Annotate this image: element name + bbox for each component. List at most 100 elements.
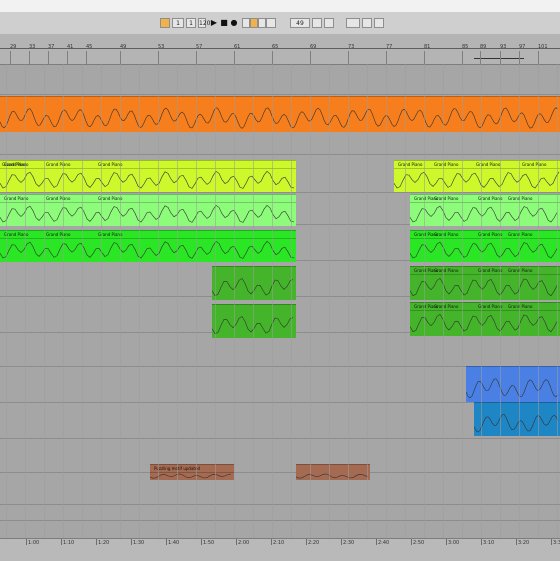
bar-number: 69 — [310, 44, 317, 50]
bar-number: 85 — [462, 44, 469, 50]
capture-button[interactable] — [266, 18, 276, 28]
arrangement-ruler[interactable]: 29 33 37 41 45 49 53 57 61 65 69 73 77 81 85 89 93 97 101 — [0, 34, 560, 65]
clip-header[interactable]: Puzzling motif updated — [150, 465, 234, 473]
time-label: 2:40 — [378, 540, 390, 546]
quantize-button[interactable] — [374, 18, 384, 28]
grid-line — [139, 64, 140, 538]
time-label: 2:10 — [273, 540, 285, 546]
clip-name: Grand Piano — [434, 268, 459, 273]
ruler-tick — [538, 51, 539, 64]
time-tick — [481, 539, 482, 545]
grid-line — [44, 64, 45, 538]
bar-number: 81 — [424, 44, 431, 50]
tap-tempo-button[interactable] — [160, 18, 170, 28]
bar-number: 93 — [500, 44, 507, 50]
note-trace — [474, 414, 559, 433]
overdub-button[interactable] — [242, 18, 250, 28]
bar-number: 97 — [519, 44, 526, 50]
midi-clip[interactable] — [212, 304, 296, 338]
time-tick — [551, 539, 552, 545]
grid-line — [310, 64, 311, 538]
play-icon[interactable]: ▶ — [209, 18, 219, 28]
clip-name: Grand Piano — [2, 162, 27, 167]
grid-line — [272, 64, 273, 538]
tempo-field[interactable]: 120 — [198, 18, 210, 28]
time-label: 1:30 — [133, 540, 145, 546]
time-tick — [271, 539, 272, 545]
clip-name: Grand Piano — [434, 196, 459, 201]
note-trace — [394, 171, 560, 189]
metronome-button[interactable] — [312, 18, 322, 28]
clip-name: Grand Piano — [98, 232, 123, 237]
ruler-tick — [348, 51, 349, 64]
midi-clip[interactable] — [296, 464, 370, 480]
record-icon[interactable]: ● — [229, 18, 239, 28]
time-label: 3:20 — [518, 540, 530, 546]
grid-line — [386, 64, 387, 538]
grid-line — [367, 64, 368, 538]
midi-clip[interactable]: Grand Piano Grand Piano Grand Piano Grand P… — [394, 160, 560, 192]
clip-name: Grand Piano — [98, 162, 123, 167]
note-trace — [410, 313, 558, 333]
signature-field[interactable] — [346, 18, 360, 28]
stop-icon[interactable]: ■ — [219, 18, 229, 28]
draw-mode-button[interactable] — [362, 18, 372, 28]
clip-name: Grand Piano — [434, 232, 459, 237]
audio-clip[interactable] — [474, 402, 560, 436]
time-tick — [201, 539, 202, 545]
follow-button[interactable] — [324, 18, 334, 28]
clip-name: Grand Piano — [46, 162, 71, 167]
grid-line — [348, 64, 349, 538]
ruler-tick — [519, 51, 520, 64]
session-record-button[interactable] — [258, 18, 266, 28]
ruler-tick — [310, 51, 311, 64]
clip-notes — [212, 315, 294, 335]
note-trace — [410, 205, 558, 223]
time-tick — [131, 539, 132, 545]
ruler-tick — [158, 51, 159, 64]
bar-number: 77 — [386, 44, 393, 50]
midi-clip[interactable]: Puzzling motif updated — [150, 464, 234, 480]
clip-name: Grand Piano — [98, 196, 123, 201]
time-ruler[interactable]: 1:00 1:10 1:20 1:30 1:40 1:50 2:00 2:10 2:20 2:30… — [0, 538, 560, 561]
bar-number: 49 — [120, 44, 127, 50]
track-separator — [0, 94, 560, 95]
time-label: 2:00 — [238, 540, 250, 546]
grid-line — [101, 64, 102, 538]
clip-notes — [474, 414, 559, 433]
ruler-tick — [234, 51, 235, 64]
grid-line — [557, 64, 558, 538]
note-trace — [0, 107, 559, 129]
time-label: 2:20 — [308, 540, 320, 546]
ruler-tick — [272, 51, 273, 64]
loop-length-field[interactable]: 1 — [186, 18, 196, 28]
grid-line — [462, 64, 463, 538]
ruler-tick — [480, 51, 481, 64]
grid-line — [424, 64, 425, 538]
time-tick — [341, 539, 342, 545]
clip-name: Grand Piano — [478, 232, 503, 237]
position-field[interactable]: 49 — [290, 18, 310, 28]
clip-name: Grand Piano — [46, 196, 71, 201]
clip-header[interactable]: Grand Piano Grand Piano Grand Piano Grand P… — [394, 161, 560, 169]
time-label: 3:30 — [553, 540, 560, 546]
ruler-tick — [462, 51, 463, 64]
audio-clip[interactable] — [0, 96, 560, 132]
loop-region[interactable] — [474, 58, 524, 59]
clip-notes — [296, 473, 369, 479]
loop-start-field[interactable]: 1 — [172, 18, 184, 28]
grid-line — [6, 64, 7, 538]
ruler-tick — [424, 51, 425, 64]
bar-number: 65 — [272, 44, 279, 50]
automation-arm-button[interactable] — [250, 18, 258, 28]
time-label: 2:30 — [343, 540, 355, 546]
grid-line — [234, 64, 235, 538]
ruler-tick — [120, 51, 121, 64]
grid-line — [63, 64, 64, 538]
bar-number: 61 — [234, 44, 241, 50]
bar-number: 101 — [538, 44, 548, 50]
bar-number: 29 — [10, 44, 17, 50]
arrangement-tracks: Grand Piano Grand Piano Grand Piano Grand P… — [0, 64, 560, 555]
ruler-tick — [67, 51, 68, 64]
midi-clip[interactable] — [212, 266, 296, 300]
